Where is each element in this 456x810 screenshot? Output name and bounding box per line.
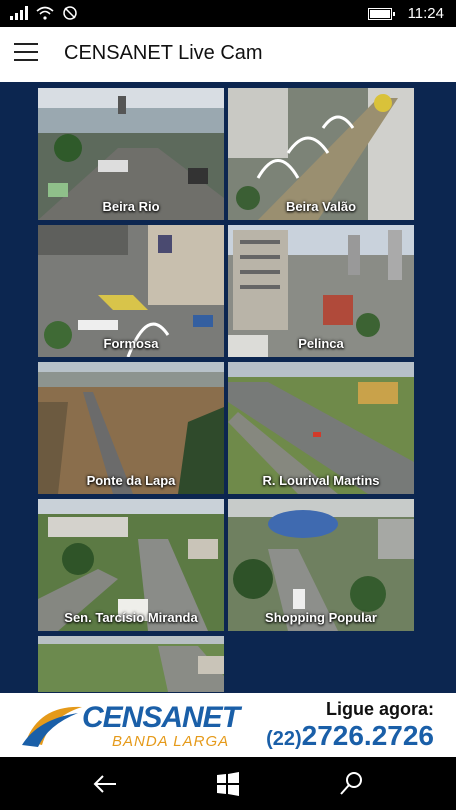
camera-tile-partial[interactable]: [38, 636, 224, 692]
censanet-logo-icon: [22, 706, 82, 747]
camera-tile-shopping-popular[interactable]: Shopping Popular: [228, 499, 414, 631]
camera-thumbnail: [38, 636, 224, 692]
search-icon[interactable]: [336, 769, 366, 799]
camera-label: Formosa: [103, 336, 159, 351]
camera-label: Shopping Popular: [265, 610, 377, 625]
camera-tile-r-lourival-martins[interactable]: R. Lourival Martins: [228, 362, 414, 494]
camera-label: R. Lourival Martins: [262, 473, 380, 488]
camera-grid-area: Beira Rio Beira Valão Formosa Pelinca Po…: [0, 82, 456, 693]
back-icon[interactable]: [90, 769, 120, 799]
camera-tile-formosa[interactable]: Formosa: [38, 225, 224, 357]
camera-label: Pelinca: [298, 336, 344, 351]
camera-label: Ponte da Lapa: [86, 473, 176, 488]
system-nav-bar: [0, 757, 456, 810]
status-bar: 11:24: [0, 0, 456, 27]
camera-label: Sen. Tarcísio Miranda: [64, 610, 198, 625]
status-time: 11:24: [407, 5, 444, 22]
camera-label: Beira Valão: [285, 199, 357, 214]
battery-icon: [367, 7, 395, 20]
hamburger-icon[interactable]: [14, 43, 38, 63]
app-title: CENSANET Live Cam: [64, 42, 263, 64]
ad-phone[interactable]: (22)2726.2726: [266, 720, 434, 752]
camera-tile-pelinca[interactable]: Pelinca: [228, 225, 414, 357]
ad-phone-area: (22): [266, 728, 302, 750]
app-header: CENSANET Live Cam: [0, 27, 456, 82]
windows-start-icon[interactable]: [213, 769, 243, 799]
camera-label: Beira Rio: [102, 199, 160, 214]
camera-tile-beira-valao[interactable]: Beira Valão: [228, 88, 414, 220]
ad-tagline: BANDA LARGA: [112, 733, 230, 750]
ad-phone-number: 2726.2726: [301, 720, 434, 751]
camera-tile-beira-rio[interactable]: Beira Rio: [38, 88, 224, 220]
signal-icon: [10, 6, 28, 20]
ad-banner[interactable]: CENSANET BANDA LARGA Ligue agora: (22)27…: [0, 693, 456, 757]
camera-tile-sen-tarcisio-miranda[interactable]: Sen. Tarcísio Miranda: [38, 499, 224, 631]
wifi-icon: [36, 6, 54, 20]
ad-call-to-action: Ligue agora:: [325, 699, 434, 719]
do-not-disturb-icon: [63, 6, 77, 20]
camera-tile-ponte-da-lapa[interactable]: Ponte da Lapa: [38, 362, 224, 494]
ad-brand: CENSANET: [82, 701, 240, 734]
